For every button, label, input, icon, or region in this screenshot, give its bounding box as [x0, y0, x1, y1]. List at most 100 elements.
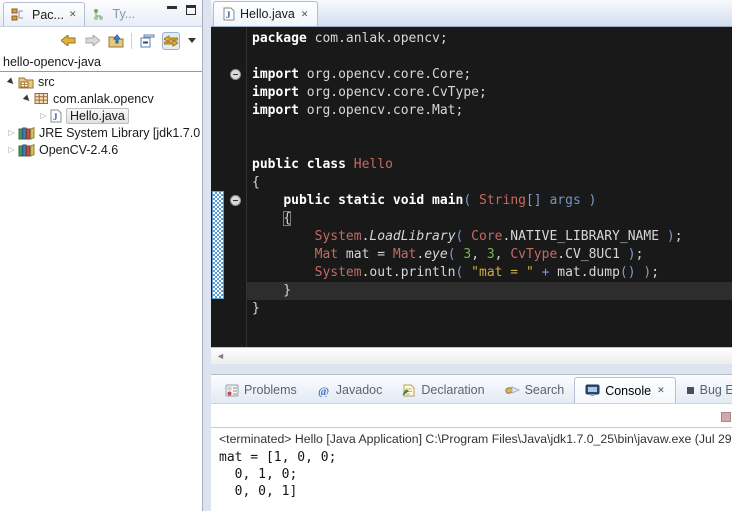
- tree-item[interactable]: ▷ JRE System Library [jdk1.7.0: [0, 124, 202, 141]
- console-panel: Problems @ Javadoc Declaration Search Console…: [211, 374, 732, 511]
- tree-item[interactable]: ▷ OpenCV-2.4.6: [0, 141, 202, 158]
- tab-type-hierarchy[interactable]: Ty...: [85, 2, 143, 26]
- tree-item-label: JRE System Library [jdk1.7.0: [39, 126, 200, 140]
- code-line[interactable]: [252, 48, 732, 66]
- package-explorer-icon: [11, 8, 24, 21]
- method-range-indicator: [212, 191, 224, 299]
- javadoc-icon: @: [317, 384, 331, 397]
- fold-collapse-icon[interactable]: [230, 195, 241, 206]
- forward-icon[interactable]: [83, 32, 101, 50]
- bottom-tab-console[interactable]: Console ✕: [574, 377, 675, 403]
- code-line[interactable]: Mat mat = Mat.eye( 3, 3, CvType.CV_8UC1 …: [252, 246, 732, 264]
- tree-item-project[interactable]: hello-opencv-java: [0, 54, 202, 70]
- tab-label: Javadoc: [336, 383, 383, 397]
- svg-text:@: @: [318, 384, 329, 397]
- problems-icon: [225, 384, 239, 397]
- minimize-view-icon[interactable]: [167, 6, 177, 15]
- code-line[interactable]: {: [252, 210, 732, 228]
- tab-label: Declaration: [421, 383, 484, 397]
- source-folder-icon: [18, 75, 34, 89]
- annotation-ruler[interactable]: [211, 27, 225, 347]
- library-icon: [18, 126, 35, 140]
- code-line[interactable]: {: [252, 174, 732, 192]
- tab-package-explorer[interactable]: Pac... ✕: [3, 2, 85, 26]
- console-view: <terminated> Hello [Java Application] C:…: [211, 404, 732, 511]
- bug-square-icon: [686, 386, 695, 395]
- console-launch-header: <terminated> Hello [Java Application] C:…: [219, 432, 732, 446]
- console-output[interactable]: mat = [1, 0, 0; 0, 1, 0; 0, 0, 1]: [219, 449, 732, 500]
- collapsed-arrow-icon[interactable]: ▷: [6, 128, 17, 137]
- code-line[interactable]: [252, 120, 732, 138]
- java-file-icon: J: [50, 109, 62, 123]
- code-line[interactable]: System.LoadLibrary( Core.NATIVE_LIBRARY_…: [252, 228, 732, 246]
- code-line[interactable]: package com.anlak.opencv;: [252, 30, 732, 48]
- tab-label: Ty...: [113, 7, 136, 21]
- back-icon[interactable]: [59, 32, 77, 50]
- link-with-editor-icon[interactable]: [162, 32, 180, 50]
- expanded-arrow-icon[interactable]: ▶: [4, 74, 18, 88]
- tree-item-label: Hello.java: [66, 108, 129, 124]
- bottom-tab-declaration[interactable]: Declaration: [392, 377, 494, 403]
- collapse-all-icon[interactable]: [138, 32, 156, 50]
- project-tree: hello-opencv-java ▶src▶com.anlak.opencv▷…: [0, 54, 202, 158]
- console-toolbar-icon[interactable]: [721, 412, 731, 422]
- type-hierarchy-icon: [92, 8, 105, 21]
- java-file-icon: J: [223, 7, 235, 21]
- editor-tab-label: Hello.java: [240, 7, 295, 21]
- close-icon[interactable]: ✕: [300, 9, 309, 20]
- library-icon: [18, 143, 35, 157]
- bottom-tab-problems[interactable]: Problems: [215, 377, 307, 403]
- go-into-icon[interactable]: [107, 32, 125, 50]
- code-area[interactable]: package com.anlak.opencv; import org.open…: [247, 27, 732, 347]
- editor-horizontal-scrollbar[interactable]: ◄: [211, 347, 732, 364]
- code-line[interactable]: import org.opencv.core.Mat;: [252, 102, 732, 120]
- bottom-tab-search[interactable]: Search: [495, 377, 575, 403]
- code-line[interactable]: public static void main( String[] args ): [252, 192, 732, 210]
- fold-collapse-icon[interactable]: [230, 69, 241, 80]
- code-line[interactable]: }: [252, 300, 732, 318]
- bottom-tab-bug-explorer[interactable]: Bug Explorer: [676, 377, 732, 403]
- package-icon: [34, 92, 49, 105]
- svg-text:J: J: [53, 112, 58, 122]
- package-explorer-tabbar: Pac... ✕ Ty...: [0, 0, 202, 27]
- collapsed-arrow-icon[interactable]: ▷: [6, 145, 17, 154]
- tree-item-label: src: [38, 75, 55, 89]
- package-explorer-toolbar: [0, 27, 202, 54]
- close-icon[interactable]: ✕: [656, 385, 665, 396]
- tab-label: Problems: [244, 383, 297, 397]
- tree-item-label: OpenCV-2.4.6: [39, 143, 118, 157]
- code-line[interactable]: System.out.println( "mat = " + mat.dump(…: [252, 264, 732, 282]
- tab-label: Search: [525, 383, 565, 397]
- tree-divider: [0, 71, 202, 72]
- editor-tab-hello-java[interactable]: J Hello.java ✕: [213, 1, 318, 26]
- package-explorer-panel: Pac... ✕ Ty...: [0, 0, 203, 511]
- tree-item[interactable]: ▶ com.anlak.opencv: [0, 90, 202, 107]
- bottom-view-tabbar: Problems @ Javadoc Declaration Search Console…: [211, 375, 732, 404]
- tree-item[interactable]: ▶ src: [0, 73, 202, 90]
- editor-tabbar: J Hello.java ✕: [211, 0, 732, 27]
- editor-body: package com.anlak.opencv; import org.open…: [211, 27, 732, 347]
- code-line[interactable]: [252, 138, 732, 156]
- current-code-line[interactable]: }: [247, 282, 732, 300]
- expanded-arrow-icon[interactable]: ▶: [20, 91, 34, 105]
- view-menu-icon[interactable]: [188, 38, 196, 43]
- tab-label: Pac...: [32, 8, 64, 22]
- bottom-tab-javadoc[interactable]: @ Javadoc: [307, 377, 393, 403]
- tab-label: Bug Explorer: [700, 383, 732, 397]
- tree-item[interactable]: ▷ J Hello.java: [0, 107, 202, 124]
- editor-panel: J Hello.java ✕ package com.anlak.opencv;…: [211, 0, 732, 364]
- svg-text:J: J: [226, 10, 231, 20]
- code-line[interactable]: import org.opencv.core.Core;: [252, 66, 732, 84]
- close-icon[interactable]: ✕: [68, 9, 77, 20]
- console-toolbar: [211, 404, 732, 428]
- console-icon: [585, 384, 600, 397]
- search-icon: [505, 384, 520, 397]
- folding-ruler[interactable]: [225, 27, 247, 347]
- maximize-view-icon[interactable]: [186, 5, 196, 15]
- tree-item-label: com.anlak.opencv: [53, 92, 154, 106]
- tab-label: Console: [605, 384, 651, 398]
- code-line[interactable]: import org.opencv.core.CvType;: [252, 84, 732, 102]
- collapsed-arrow-icon[interactable]: ▷: [38, 111, 49, 120]
- code-line[interactable]: public class Hello: [252, 156, 732, 174]
- scroll-left-icon[interactable]: ◄: [216, 351, 225, 361]
